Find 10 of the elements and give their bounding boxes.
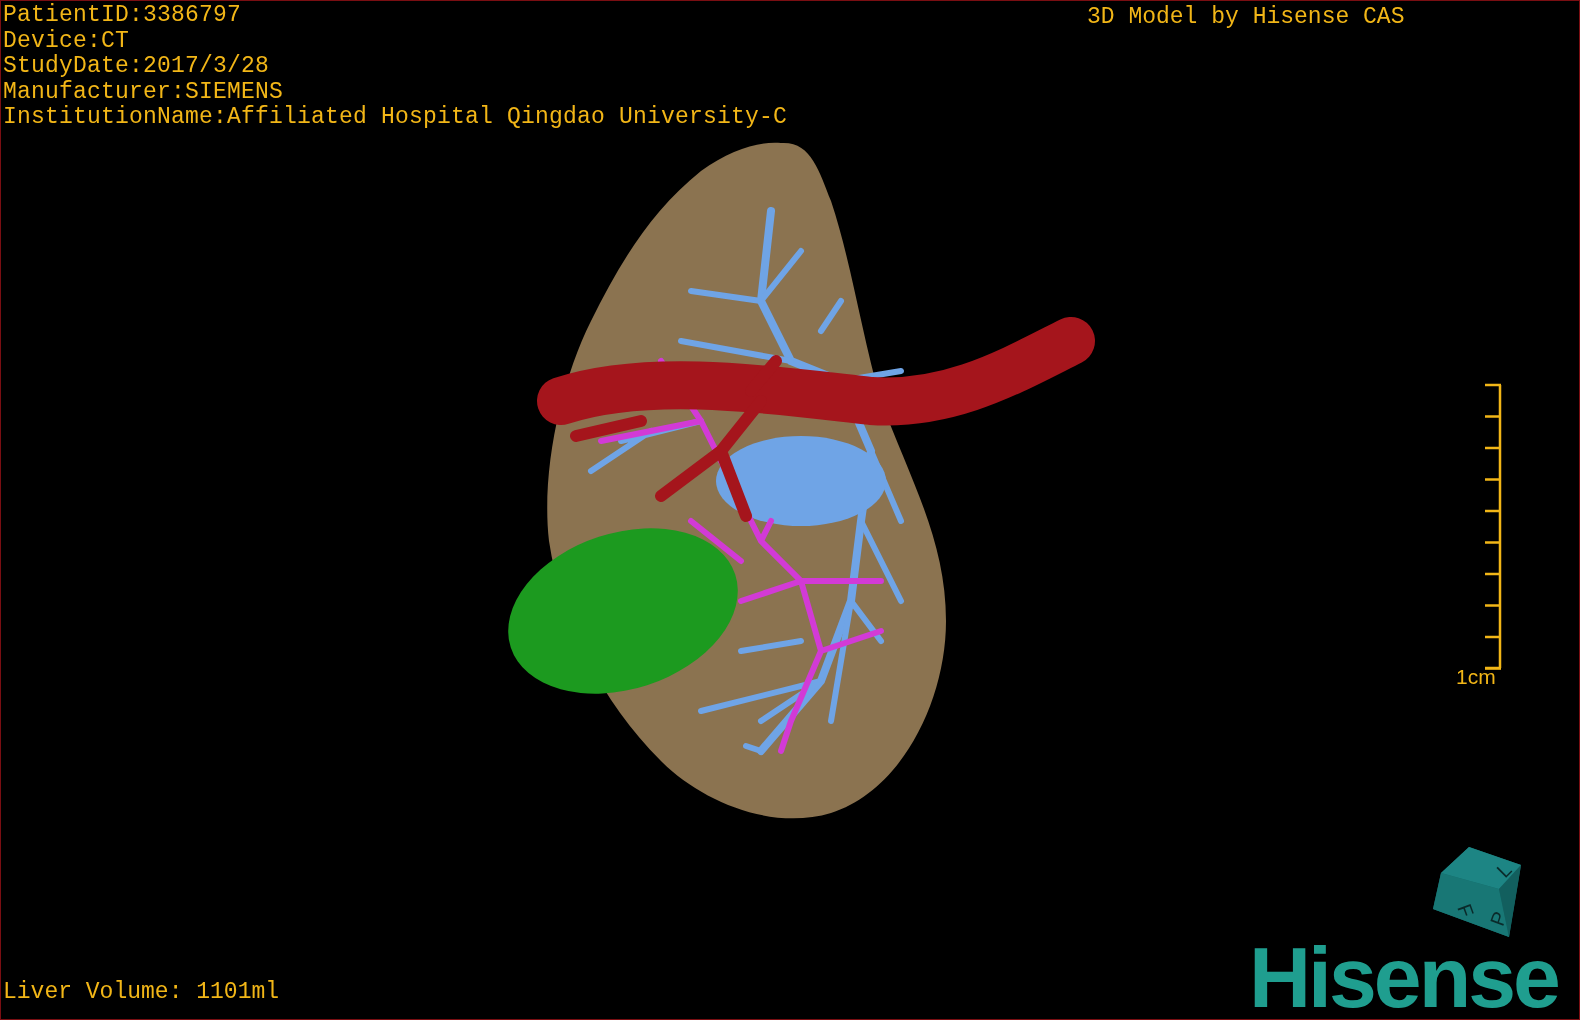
brand-logo: Hisense [1249, 941, 1558, 1013]
dicom-info-text: PatientID:3386797 [3, 3, 243, 29]
dicom-info-text: StudyDate:2017/3/28 [3, 54, 271, 80]
dicom-info-text: Manufacturer:SIEMENS [3, 79, 285, 105]
3d-viewport[interactable]: PatientID:3386797 Device:CT StudyDate:2017/3/28 Manufacturer:SIEMENS InstitutionName:Affiliated Hospital Qingdao University-C 3D Model by Hisense CAS 1cm F L P Liver Volume: 1101ml Hisense [0, 0, 1580, 1020]
viewer-title: 3D Model by Hisense CAS [1087, 3, 1405, 31]
dicom-info-text: InstitutionName:Affiliated Hospital Qingdao University-C [3, 105, 788, 131]
liver-volume-text: Liver Volume: 1101ml [3, 979, 280, 1005]
dicom-info-text: Device:CT [3, 28, 131, 54]
scale-label: 1cm [1456, 665, 1496, 689]
